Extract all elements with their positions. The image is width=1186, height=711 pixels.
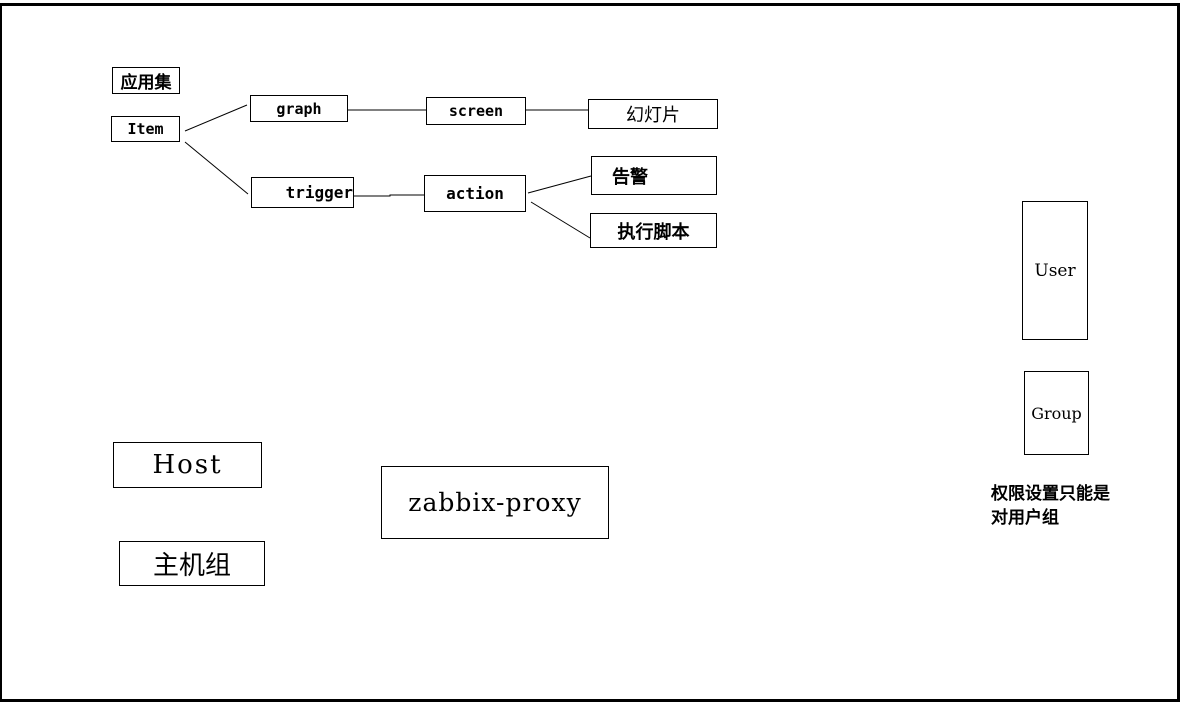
node-app-set: 应用集	[112, 67, 180, 94]
node-exec-script: 执行脚本	[590, 213, 717, 248]
node-user-label: User	[1034, 260, 1076, 281]
node-screen: screen	[426, 97, 526, 125]
node-item: Item	[111, 116, 180, 142]
permission-note-line-2: 对用户组	[991, 508, 1059, 528]
node-trigger: trigger	[251, 177, 354, 208]
node-host-label: Host	[152, 450, 223, 480]
node-host-group: 主机组	[119, 541, 265, 586]
node-host: Host	[113, 442, 262, 488]
node-group: Group	[1024, 371, 1089, 455]
node-action: action	[424, 175, 526, 212]
permission-note: 权限设置只能是 对用户组	[991, 482, 1110, 530]
node-user: User	[1022, 201, 1088, 340]
node-zabbix-proxy-label: zabbix-proxy	[408, 488, 582, 517]
node-zabbix-proxy: zabbix-proxy	[381, 466, 609, 539]
node-slideshow: 幻灯片	[588, 99, 718, 129]
node-graph: graph	[250, 95, 348, 122]
node-group-label: Group	[1031, 403, 1082, 423]
node-alert: 告警	[591, 156, 717, 195]
permission-note-line-1: 权限设置只能是	[991, 484, 1110, 504]
